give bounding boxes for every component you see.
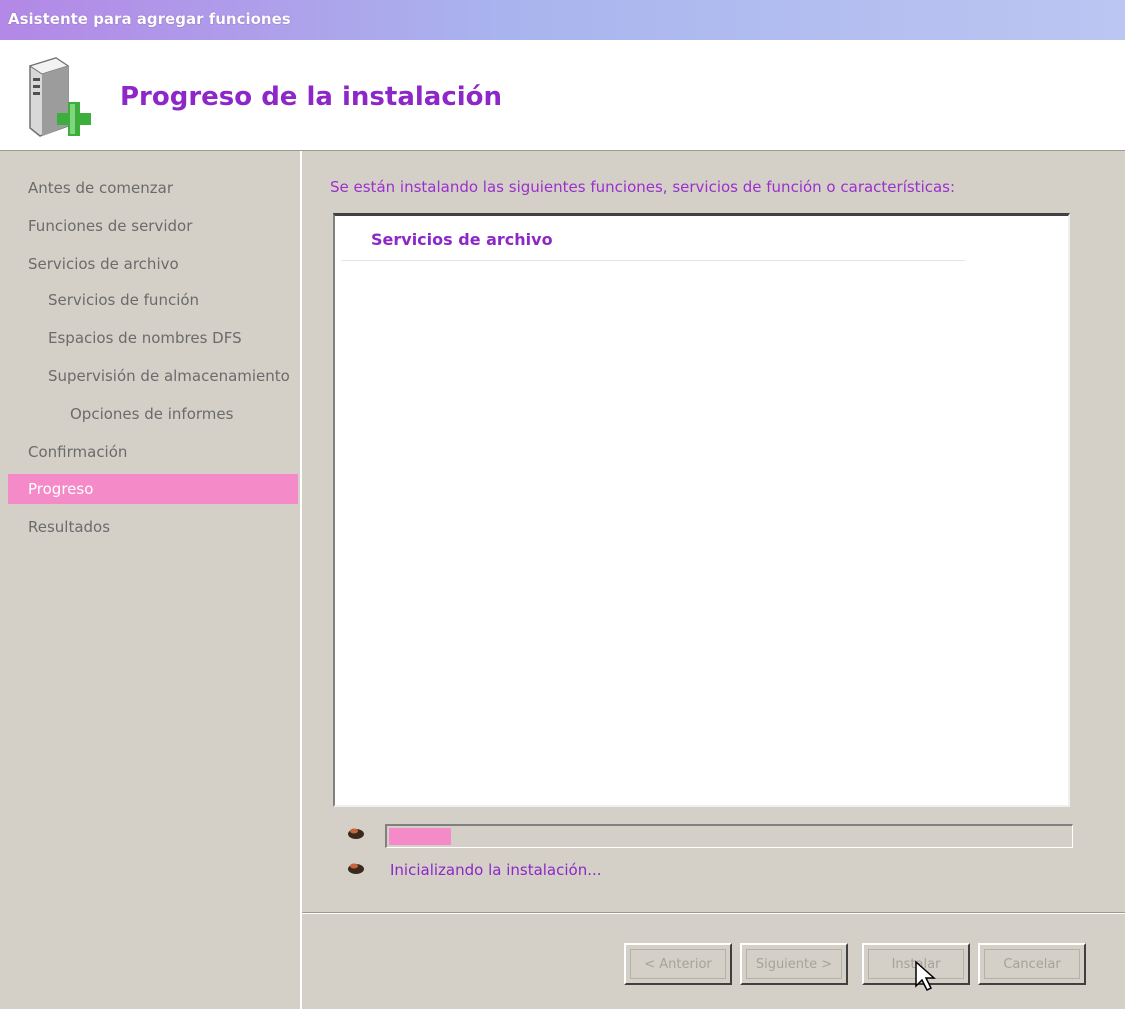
nav-item-servicios-de-funcion[interactable]: Servicios de función <box>8 285 298 315</box>
wizard-nav: Antes de comenzar Funciones de servidor … <box>0 151 302 1009</box>
back-button-label: < Anterior <box>630 949 726 979</box>
next-button-label: Siguiente > <box>746 949 842 979</box>
progress-bullet-icon <box>345 825 367 845</box>
server-add-icon <box>16 54 106 140</box>
page-title: Progreso de la instalación <box>120 82 503 112</box>
button-separator <box>302 912 1125 914</box>
progress-bar <box>385 824 1073 848</box>
nav-item-espacios-de-nombres-dfs[interactable]: Espacios de nombres DFS <box>8 323 298 353</box>
next-button[interactable]: Siguiente > <box>740 943 848 985</box>
nav-item-antes-de-comenzar[interactable]: Antes de comenzar <box>8 173 298 203</box>
status-bullet-icon <box>345 860 367 880</box>
status-text: Inicializando la instalación... <box>390 861 602 879</box>
cancel-button-label: Cancelar <box>984 949 1080 979</box>
cancel-button[interactable]: Cancelar <box>978 943 1086 985</box>
nav-item-confirmacion[interactable]: Confirmación <box>8 437 298 467</box>
nav-item-funciones-de-servidor[interactable]: Funciones de servidor <box>8 211 298 241</box>
nav-item-resultados[interactable]: Resultados <box>8 512 298 542</box>
installing-items-list[interactable]: Servicios de archivo <box>333 213 1070 807</box>
nav-item-supervision-de-almacenamiento[interactable]: Supervisión de almacenamiento <box>8 361 298 391</box>
window-title: Asistente para agregar funciones <box>8 10 291 28</box>
wizard-header: Progreso de la instalación <box>0 40 1125 151</box>
mouse-cursor-icon <box>914 960 938 996</box>
nav-item-servicios-de-archivo[interactable]: Servicios de archivo <box>8 249 298 279</box>
list-item: Servicios de archivo <box>371 230 553 249</box>
title-bar[interactable]: Asistente para agregar funciones <box>0 0 1125 40</box>
back-button[interactable]: < Anterior <box>624 943 732 985</box>
progress-bar-fill <box>389 828 451 845</box>
nav-item-opciones-de-informes[interactable]: Opciones de informes <box>8 399 298 429</box>
nav-item-progreso[interactable]: Progreso <box>8 474 298 504</box>
list-divider <box>341 260 965 261</box>
content-heading: Se están instalando las siguientes funci… <box>330 178 956 196</box>
